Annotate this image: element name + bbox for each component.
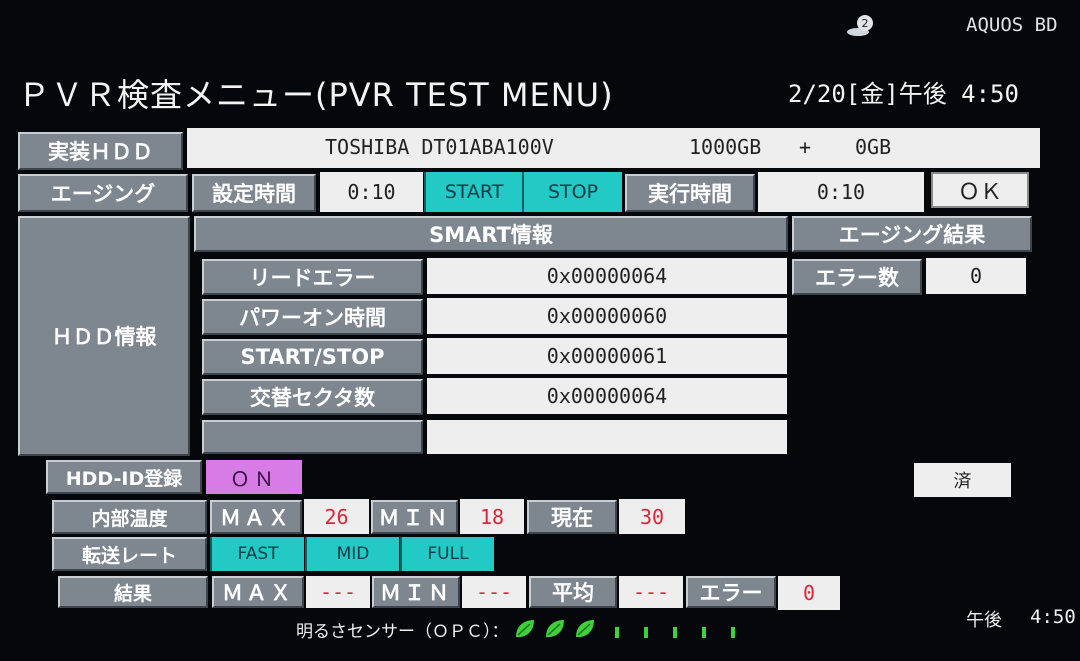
error-count-value: 0 (926, 258, 1026, 294)
opc-level-bar (614, 626, 619, 638)
result-max-value: --- (306, 576, 370, 608)
smart-info-header: SMART情報 (194, 216, 788, 252)
brand-label: AQUOS BD (966, 14, 1058, 36)
temp-min-label: ＭＩＮ (371, 500, 458, 534)
opc-label: 明るさセンサー（ＯＰＣ）： (296, 621, 509, 642)
ok-button[interactable]: ＯＫ (931, 172, 1029, 208)
temp-now-label: 現在 (527, 500, 617, 534)
rate-full-button[interactable]: FULL (400, 537, 494, 571)
run-time-label: 実行時間 (625, 174, 755, 212)
smart-row-label: パワーオン時間 (202, 299, 423, 335)
hdd-info-bar: TOSHIBA DT01ABA100V 1000GB + 0GB (187, 128, 1040, 168)
opc-level-bar (643, 626, 648, 638)
rate-fast-button[interactable]: FAST (210, 537, 304, 571)
result-max-label: ＭＡＸ (212, 576, 304, 608)
rate-mid-button[interactable]: MID (305, 537, 399, 571)
smart-row-label: 交替セクタ数 (202, 379, 423, 415)
installed-hdd-label: 実装ＨＤＤ (18, 132, 183, 170)
smart-row-label: START/STOP (202, 339, 423, 375)
internal-temp-label: 内部温度 (52, 500, 207, 534)
clock-period: 午後 (966, 610, 1002, 631)
opc-level-bar (730, 626, 735, 638)
hdd-model: TOSHIBA DT01ABA100V (325, 135, 554, 159)
smart-row-value (427, 420, 787, 454)
disc-icon: 2 (845, 14, 875, 38)
aging-start-button[interactable]: START (424, 172, 522, 212)
transfer-rate-label: 転送レート (52, 537, 207, 571)
opc-leaf-icon (545, 620, 564, 638)
error-count-label: エラー数 (792, 259, 922, 295)
hdd-id-done-button[interactable]: 済 (914, 463, 1011, 497)
page-title: ＰＶＲ検査メニュー(PVR TEST MENU) (18, 76, 614, 114)
opc-indicator: 明るさセンサー（ＯＰＣ）： (296, 614, 735, 644)
hdd-capacity-2: 0GB (855, 135, 892, 159)
result-min-label: ＭＩＮ (372, 576, 460, 608)
opc-level-meter (513, 617, 735, 641)
clock-time: 4:50 (1030, 606, 1076, 628)
svg-text:2: 2 (862, 17, 869, 30)
result-error-value: 0 (778, 576, 840, 610)
opc-leaf-icon (575, 620, 594, 638)
hdd-plus: + (799, 135, 812, 159)
smart-row-value: 0x00000064 (427, 258, 787, 294)
opc-level-bar (701, 626, 706, 638)
run-time-value: 0:10 (758, 172, 924, 212)
temp-now-value: 30 (619, 499, 685, 534)
hdd-info-label: ＨＤＤ情報 (18, 216, 190, 456)
smart-row-label: リードエラー (202, 259, 423, 295)
temp-min-value: 18 (460, 499, 524, 534)
smart-row-label (202, 420, 423, 454)
hdd-id-on-button[interactable]: ＯＮ (206, 460, 302, 494)
hdd-id-label: HDD-ID登録 (46, 460, 202, 494)
set-time-label: 設定時間 (192, 174, 316, 212)
result-error-label: エラー (686, 576, 776, 608)
smart-row-value: 0x00000061 (427, 338, 787, 374)
temp-max-value: 26 (304, 499, 369, 534)
result-avg-value: --- (619, 576, 683, 608)
aging-stop-button[interactable]: STOP (522, 172, 622, 212)
aging-label: エージング (18, 174, 188, 212)
smart-row-value: 0x00000060 (427, 298, 787, 334)
result-label: 結果 (58, 576, 208, 608)
opc-leaf-icon (515, 620, 534, 638)
opc-level-bar (672, 626, 677, 638)
result-avg-label: 平均 (529, 576, 617, 608)
temp-max-label: ＭＡＸ (210, 500, 302, 534)
smart-row-value: 0x00000064 (427, 378, 787, 414)
set-time-value[interactable]: 0:10 (320, 172, 423, 212)
result-min-value: --- (462, 576, 526, 608)
hdd-capacity: 1000GB (689, 135, 762, 159)
aging-result-header: エージング結果 (792, 216, 1032, 252)
datetime: 2/20[金]午後 4:50 (788, 80, 1019, 108)
